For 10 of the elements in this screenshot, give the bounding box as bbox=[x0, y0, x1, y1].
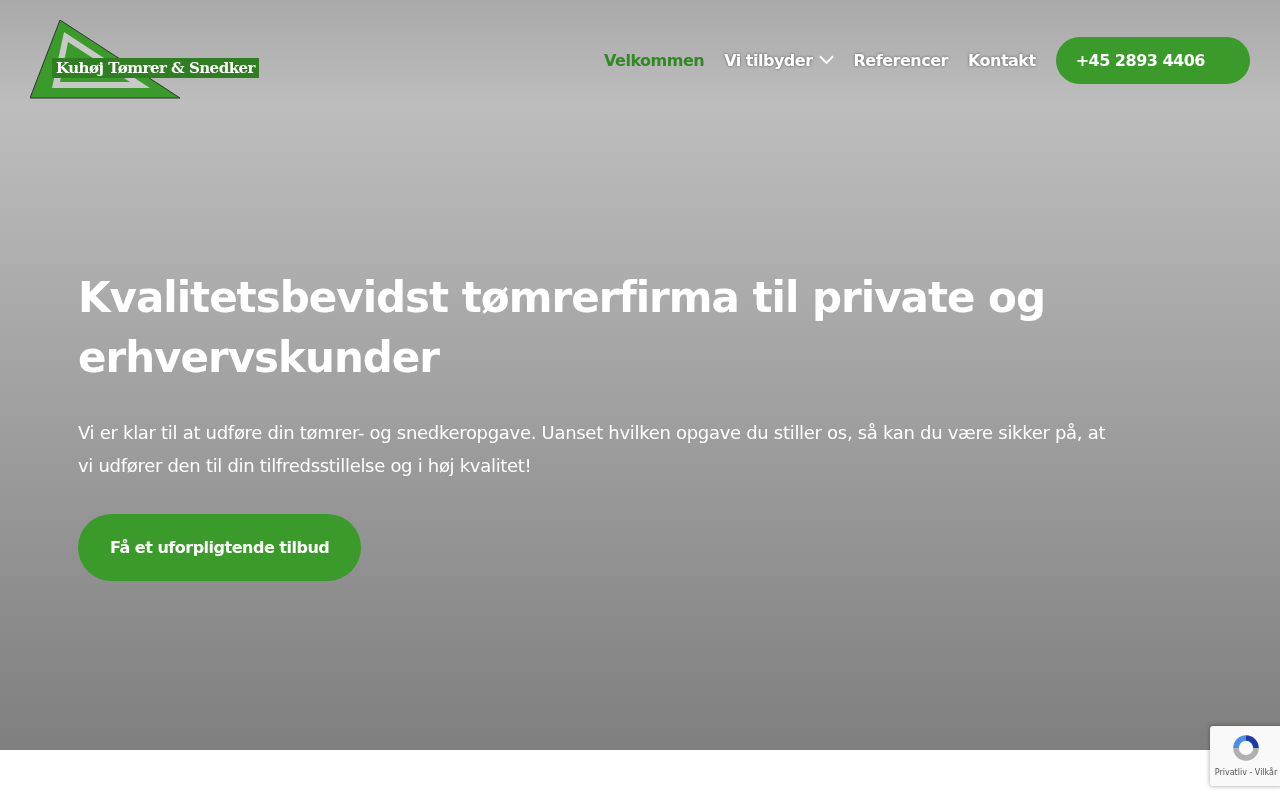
nav-link[interactable]: Kontakt bbox=[967, 50, 1036, 70]
nav-link[interactable]: Vi tilbyder bbox=[724, 50, 834, 70]
phone-button[interactable]: +45 2893 4406 bbox=[1055, 36, 1250, 84]
nav-link[interactable]: Velkommen bbox=[604, 50, 705, 70]
hero-text: Vi er klar til at udføre din tømrer- og snedkeropgave. Uanset hvilken opgave du stiller os, så kan du være sikker på, at vi udfører den til din tilfredsstillelse og i høj kvalitet! bbox=[78, 421, 1107, 478]
logo[interactable]: Kuhøj Tømrer & Snedker bbox=[30, 20, 306, 100]
hero-title: Kvalitetsbevidst tømrerfirma til private og erhvervskunder bbox=[78, 272, 1046, 384]
nav-link[interactable]: Referencer bbox=[853, 50, 948, 70]
privacy-terms-link[interactable]: Privatliv - Vilkår bbox=[1214, 768, 1278, 777]
quote-button[interactable]: Få et uforpligtende tilbud bbox=[78, 514, 362, 581]
